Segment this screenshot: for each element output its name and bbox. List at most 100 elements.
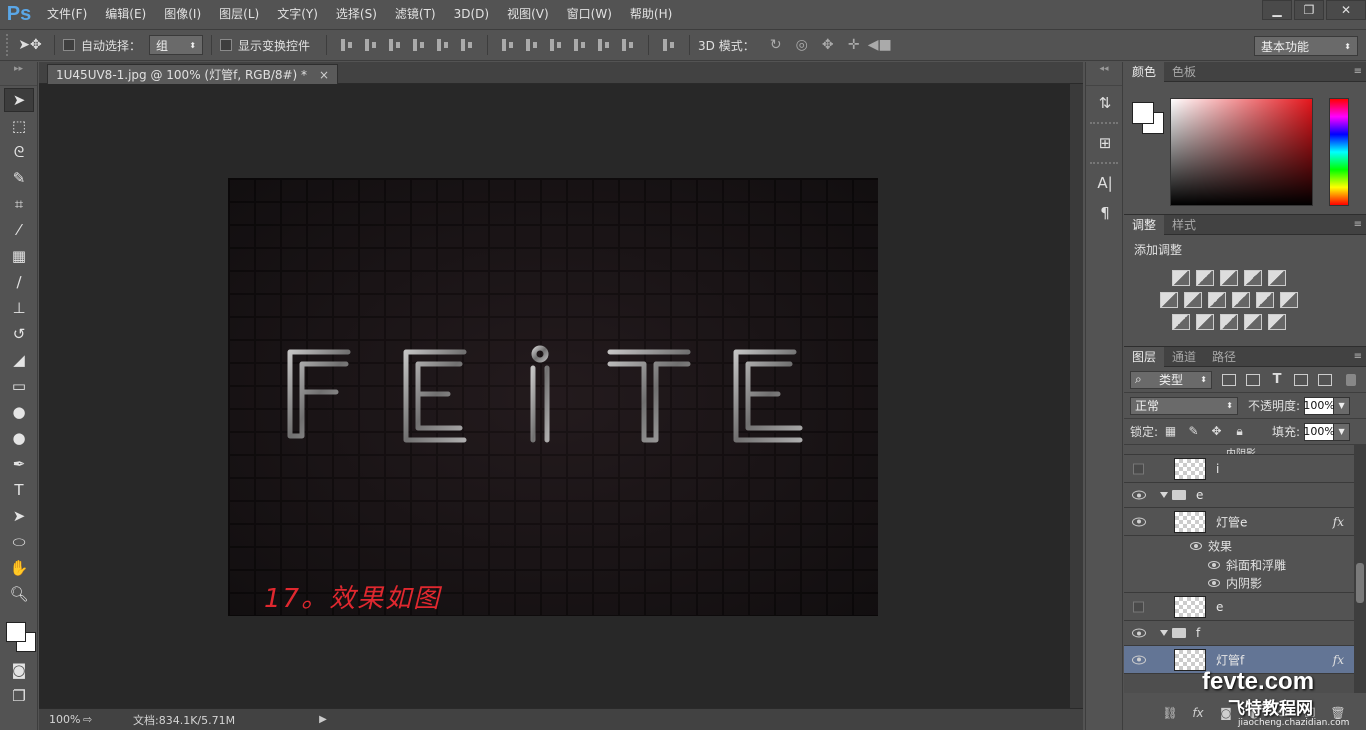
menu-edit[interactable]: 编辑(E) <box>96 0 155 28</box>
foreground-color-swatch[interactable] <box>6 622 26 642</box>
blend-mode-dropdown[interactable]: 正常 ⬍ <box>1130 396 1238 415</box>
align-bottom-icon[interactable] <box>386 36 404 54</box>
eye-icon[interactable] <box>1132 490 1146 500</box>
eyedropper-tool[interactable]: ⁄ <box>4 218 34 242</box>
lock-pixels-icon[interactable]: ✎ <box>1187 425 1200 438</box>
filter-pixel-icon[interactable] <box>1222 373 1236 386</box>
3d-slide-icon[interactable]: ✛ <box>843 36 865 54</box>
distribute-vcenter-icon[interactable] <box>523 36 541 54</box>
lock-all-icon[interactable]: 🔒︎ <box>1233 425 1246 438</box>
zoom-tool[interactable]: 🔍︎ <box>4 582 34 606</box>
close-tab-icon[interactable]: × <box>319 68 329 82</box>
healing-tool[interactable]: ▦ <box>4 244 34 268</box>
3d-rotate-icon[interactable]: ↻ <box>765 36 787 54</box>
visibility-toggle-icon[interactable] <box>1133 601 1144 612</box>
distribute-hcenter-icon[interactable] <box>595 36 613 54</box>
fx-icon[interactable]: fx <box>1333 653 1344 667</box>
history-panel-icon[interactable]: ⇅ <box>1090 90 1120 116</box>
gradient-tool[interactable]: ▭ <box>4 374 34 398</box>
properties-panel-icon[interactable]: ⊞ <box>1090 130 1120 156</box>
invert-icon[interactable] <box>1172 314 1190 330</box>
hue-slider[interactable] <box>1329 98 1349 206</box>
menu-window[interactable]: 窗口(W) <box>558 0 621 28</box>
menu-view[interactable]: 视图(V) <box>498 0 558 28</box>
path-select-tool[interactable]: ➤ <box>4 504 34 528</box>
layer-i[interactable]: i <box>1124 455 1366 483</box>
menu-select[interactable]: 选择(S) <box>327 0 386 28</box>
layer-lamp-f[interactable]: 灯管f fx <box>1124 646 1366 674</box>
posterize-icon[interactable] <box>1196 314 1214 330</box>
distribute-top-icon[interactable] <box>499 36 517 54</box>
distribute-bottom-icon[interactable] <box>547 36 565 54</box>
visibility-toggle-icon[interactable] <box>1133 463 1144 474</box>
dodge-tool[interactable]: ● <box>4 426 34 450</box>
eye-icon[interactable] <box>1132 517 1146 526</box>
align-left-icon[interactable] <box>410 36 428 54</box>
color-balance-icon[interactable] <box>1184 292 1202 308</box>
align-right-icon[interactable] <box>458 36 476 54</box>
filter-toggle-icon[interactable] <box>1346 373 1356 386</box>
selective-color-icon[interactable] <box>1244 314 1262 330</box>
fill-arrow-icon[interactable]: ▼ <box>1334 422 1351 441</box>
filter-type-icon[interactable]: T <box>1270 373 1284 386</box>
effect-bevel-row[interactable]: 斜面和浮雕 <box>1124 555 1366 574</box>
fx-icon[interactable]: fx <box>1333 515 1344 529</box>
layers-scroll-thumb[interactable] <box>1356 563 1364 603</box>
auto-select-checkbox[interactable] <box>63 39 75 51</box>
brightness-icon[interactable] <box>1172 270 1190 286</box>
layer-lamp-e[interactable]: 灯管e fx <box>1124 508 1366 536</box>
tab-styles[interactable]: 样式 <box>1164 215 1204 235</box>
link-icon[interactable]: ⛓ <box>1162 706 1178 720</box>
filter-shape-icon[interactable] <box>1294 373 1308 386</box>
hue-saturation-icon[interactable] <box>1160 292 1178 308</box>
new-group-icon[interactable]: ▭ <box>1274 706 1290 720</box>
eye-icon[interactable] <box>1208 579 1220 587</box>
fx-icon[interactable]: fx <box>1190 706 1206 720</box>
screen-mode-button[interactable]: ❐ <box>4 684 34 708</box>
canvas-area[interactable]: 17。效果如图 <box>39 84 1070 708</box>
menu-type[interactable]: 文字(Y) <box>268 0 327 28</box>
threshold-icon[interactable] <box>1220 314 1238 330</box>
close-button[interactable]: ✕ <box>1326 0 1366 20</box>
menu-file[interactable]: 文件(F) <box>38 0 96 28</box>
exposure-icon[interactable] <box>1244 270 1262 286</box>
photo-filter-icon[interactable] <box>1232 292 1250 308</box>
3d-roll-icon[interactable]: ◎ <box>791 36 813 54</box>
align-hcenter-icon[interactable] <box>434 36 452 54</box>
menu-image[interactable]: 图像(I) <box>155 0 210 28</box>
quick-select-tool[interactable]: ✎ <box>4 166 34 190</box>
status-menu-arrow-icon[interactable]: ▶ <box>319 714 327 725</box>
align-top-icon[interactable] <box>338 36 356 54</box>
adjustment-layer-icon[interactable]: ◐ <box>1246 706 1262 720</box>
color-panel-fg-swatch[interactable] <box>1132 102 1154 124</box>
canvas-vertical-scrollbar[interactable] <box>1070 84 1083 708</box>
fill-input[interactable]: 100% <box>1303 422 1335 441</box>
curves-icon[interactable] <box>1220 270 1238 286</box>
brush-tool[interactable]: ∕ <box>4 270 34 294</box>
zoom-level[interactable]: 100% <box>39 713 83 726</box>
hand-tool[interactable]: ✋ <box>4 556 34 580</box>
share-icon[interactable]: ⇨ <box>83 713 101 726</box>
filter-smart-object-icon[interactable] <box>1318 373 1332 386</box>
eye-icon[interactable] <box>1132 628 1146 638</box>
menu-layer[interactable]: 图层(L) <box>210 0 268 28</box>
document-tab[interactable]: 1U45UV8-1.jpg @ 100% (灯管f, RGB/8#) * × <box>47 64 339 84</box>
toolbar-collapse-icon[interactable]: ▸▸ <box>0 62 37 86</box>
menu-help[interactable]: 帮助(H) <box>621 0 681 28</box>
crop-tool[interactable]: ⌗ <box>4 192 34 216</box>
gradient-map-icon[interactable] <box>1268 314 1286 330</box>
layer-e[interactable]: e <box>1124 593 1366 621</box>
filter-adjustment-icon[interactable] <box>1246 373 1260 386</box>
layers-scrollbar[interactable] <box>1354 445 1366 693</box>
marquee-tool[interactable]: ⬚ <box>4 114 34 138</box>
color-lookup-icon[interactable] <box>1280 292 1298 308</box>
show-transform-checkbox[interactable] <box>220 39 233 51</box>
auto-align-icon[interactable] <box>660 36 678 54</box>
character-panel-icon[interactable]: A| <box>1090 170 1120 196</box>
menu-filter[interactable]: 滤镜(T) <box>386 0 445 28</box>
stamp-tool[interactable]: ⊥ <box>4 296 34 320</box>
group-e[interactable]: e <box>1124 483 1366 508</box>
document-canvas[interactable]: 17。效果如图 <box>228 178 878 616</box>
3d-pan-icon[interactable]: ✥ <box>817 36 839 54</box>
align-vcenter-icon[interactable] <box>362 36 380 54</box>
